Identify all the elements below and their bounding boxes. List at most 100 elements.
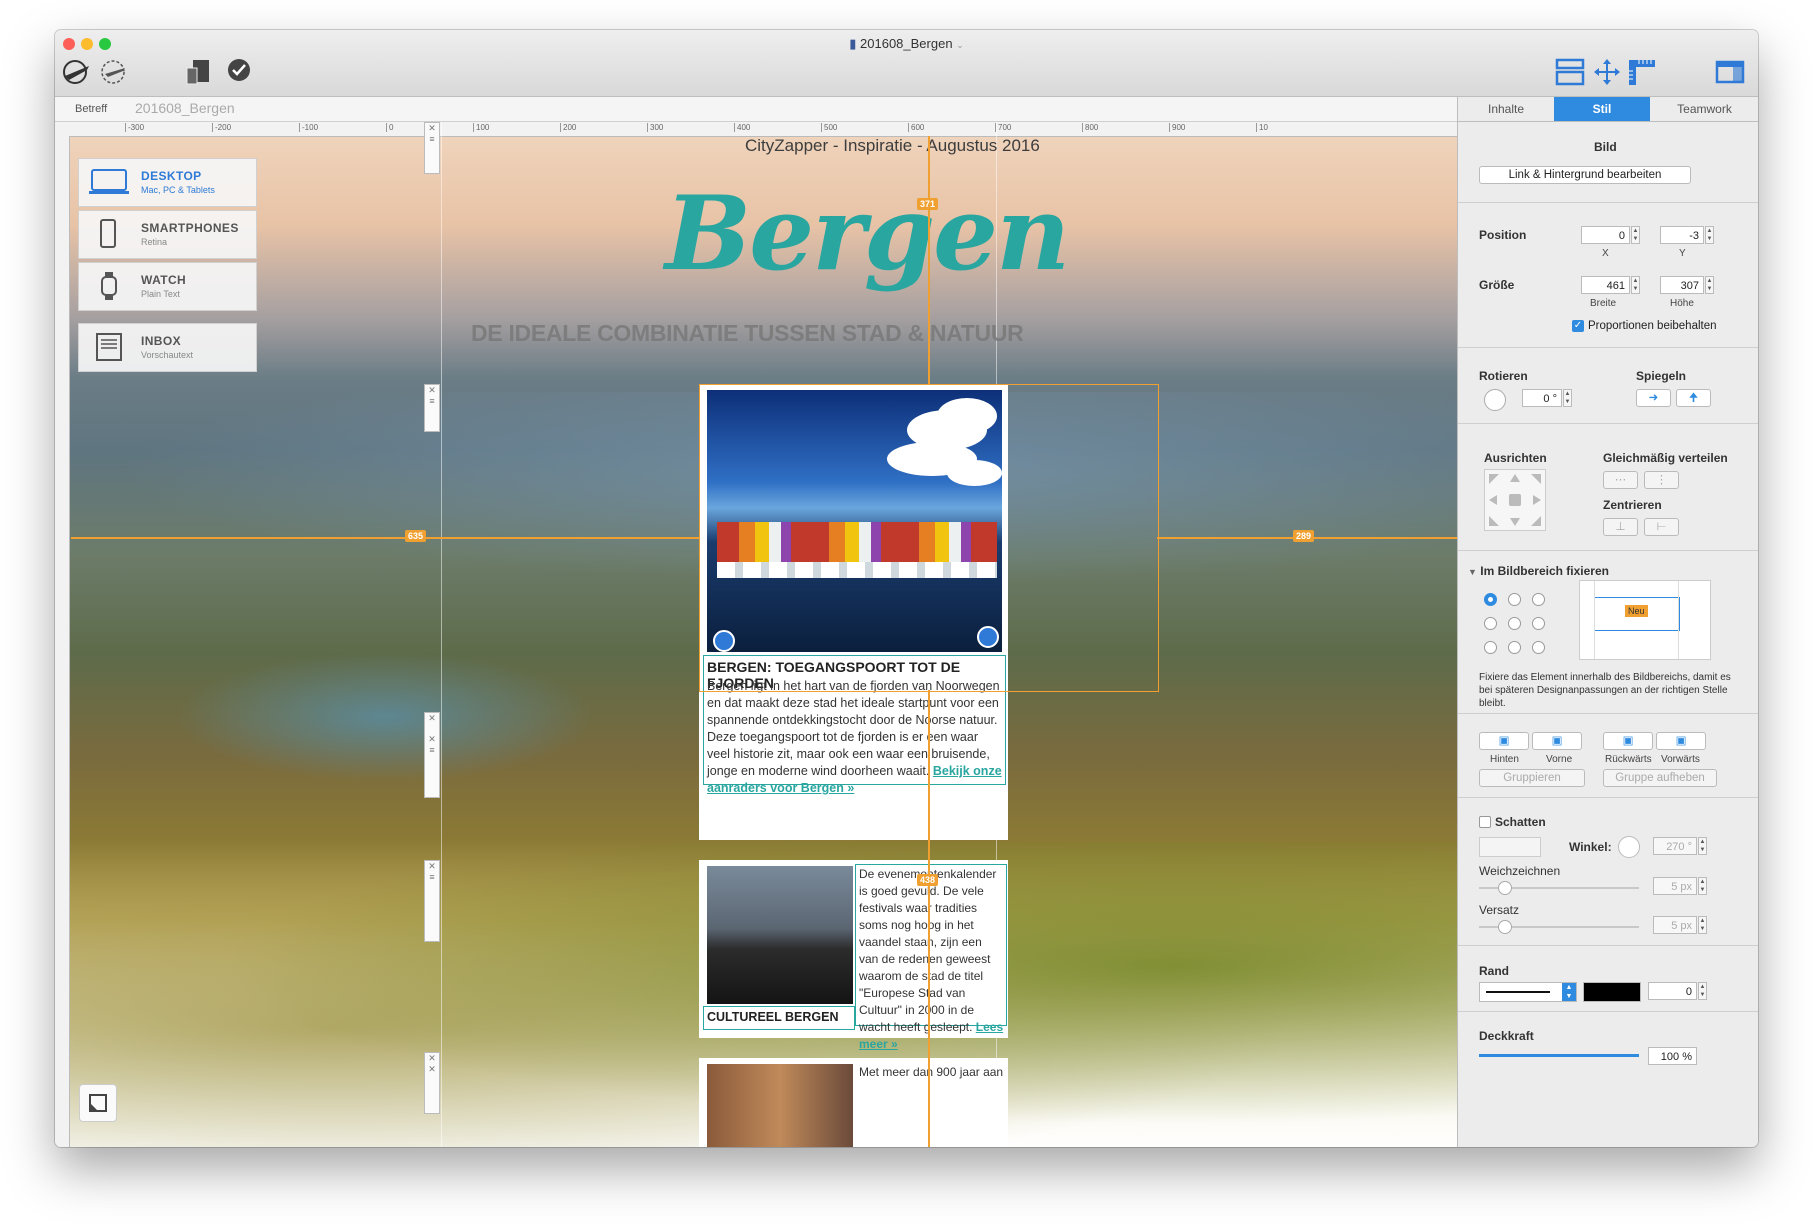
position-x-field[interactable]: 0	[1581, 226, 1630, 244]
ruler-icon[interactable]	[1627, 58, 1657, 91]
height-stepper[interactable]: ▲ ▼	[1705, 276, 1714, 294]
newsletter-subtitle[interactable]: DE IDEALE COMBINATIE TUSSEN STAD & NATUU…	[471, 320, 1024, 347]
inbox-icon	[96, 333, 122, 361]
ruler-tick-label: -300	[125, 123, 144, 132]
keep-proportions-checkbox[interactable]: ✓	[1572, 320, 1584, 332]
angle-dial[interactable]	[1618, 836, 1640, 858]
send-to-back-button[interactable]: ▣	[1479, 732, 1529, 750]
opacity-slider[interactable]	[1479, 1054, 1639, 1057]
border-width-stepper[interactable]: ▲ ▼	[1698, 982, 1707, 1000]
shadow-checkbox[interactable]	[1479, 816, 1491, 828]
rotate-dial[interactable]	[1484, 389, 1506, 411]
section-image-label: Bild	[1594, 140, 1617, 154]
position-y-field[interactable]: -3	[1660, 226, 1704, 244]
offset-stepper[interactable]: ▲ ▼	[1698, 916, 1707, 934]
mirror-horizontal-button[interactable]: ➜	[1636, 389, 1671, 407]
opacity-field[interactable]: 100 %	[1648, 1047, 1697, 1065]
bring-forward-button[interactable]: ▣	[1656, 732, 1706, 750]
angle-stepper[interactable]: ▲ ▼	[1698, 837, 1707, 855]
airplane-icon[interactable]	[99, 58, 131, 91]
offset-field[interactable]: 5 px	[1653, 916, 1697, 934]
layout-icon[interactable]	[1555, 58, 1585, 91]
distribute-horizontal-button[interactable]: ⋯	[1603, 471, 1638, 489]
width-field[interactable]: 461	[1581, 276, 1630, 294]
angle-field[interactable]: 270 °	[1653, 837, 1697, 855]
newsletter-tagline[interactable]: CityZapper - Inspiratie - Augustus 2016	[745, 136, 1040, 156]
section-handle[interactable]: ✕ ≡	[424, 384, 440, 432]
checkmark-icon[interactable]	[227, 58, 251, 87]
blur-slider-knob[interactable]	[1498, 881, 1512, 895]
canvas-corner-button[interactable]	[79, 1084, 117, 1122]
shadow-label[interactable]: Schatten	[1495, 815, 1546, 829]
mirror-vertical-button[interactable]: 🠉	[1676, 389, 1711, 407]
height-field[interactable]: 307	[1660, 276, 1704, 294]
center-horizontal-button[interactable]: ⊢	[1644, 518, 1679, 536]
inspector-tabs: Inhalte Stil Teamwork	[1458, 97, 1758, 122]
blur-stepper[interactable]: ▲ ▼	[1698, 877, 1707, 895]
pin-label[interactable]: ▼ Im Bildbereich fixieren	[1468, 564, 1609, 578]
disclosure-triangle-icon[interactable]: ▼	[1468, 567, 1477, 577]
device-inbox[interactable]: INBOX Vorschautext	[78, 323, 257, 372]
border-width-field[interactable]: 0	[1648, 982, 1697, 1000]
section-handle[interactable]: ✕ ✕	[424, 1052, 440, 1114]
pin-middle-left-radio[interactable]	[1484, 617, 1497, 630]
pin-middle-right-radio[interactable]	[1532, 617, 1545, 630]
section-handle[interactable]: ✕ ✕ ≡	[424, 712, 440, 798]
article-body[interactable]: Met meer dan 900 jaar aan	[859, 1064, 1004, 1081]
article-photo[interactable]	[707, 1064, 853, 1147]
section-handle[interactable]: ✕ ≡	[424, 860, 440, 942]
center-vertical-button[interactable]: ⊥	[1603, 518, 1638, 536]
position-x-stepper[interactable]: ▲ ▼	[1631, 226, 1640, 244]
tab-teamwork[interactable]: Teamwork	[1650, 97, 1758, 121]
offset-label: Versatz	[1479, 903, 1520, 917]
group-button[interactable]: Gruppieren	[1479, 769, 1585, 787]
rotate-stepper[interactable]: ▲ ▼	[1563, 389, 1572, 407]
article-body[interactable]: Bergen ligt in het hart van de fjorden v…	[707, 678, 1002, 797]
tab-inhalte[interactable]: Inhalte	[1458, 97, 1554, 121]
select-arrows-icon: ▲ ▼	[1562, 983, 1576, 1001]
device-smartphones[interactable]: SMARTPHONES Retina	[78, 210, 257, 259]
newsletter-title[interactable]: Bergen	[665, 174, 1070, 294]
article-card[interactable]: CULTUREEL BERGEN De evenementenkalender …	[699, 860, 1008, 1051]
send-backward-button[interactable]: ▣	[1603, 732, 1653, 750]
shadow-color-well[interactable]	[1479, 837, 1541, 857]
width-stepper[interactable]: ▲ ▼	[1631, 276, 1640, 294]
keep-proportions-label[interactable]: Proportionen beibehalten	[1588, 320, 1717, 332]
pin-top-left-radio[interactable]	[1484, 593, 1497, 606]
blur-field[interactable]: 5 px	[1653, 877, 1697, 895]
devices-icon[interactable]	[183, 58, 215, 91]
article-body[interactable]: De evenementenkalender is goed gevuld. D…	[859, 866, 1004, 1053]
link-background-button[interactable]: Link & Hintergrund bearbeiten	[1479, 166, 1691, 184]
pin-center-radio[interactable]	[1508, 617, 1521, 630]
pin-top-center-radio[interactable]	[1508, 593, 1521, 606]
border-style-select[interactable]: ▲ ▼	[1479, 982, 1577, 1002]
border-color-well[interactable]	[1583, 982, 1641, 1002]
position-y-stepper[interactable]: ▲ ▼	[1705, 226, 1714, 244]
article-card[interactable]: Met meer dan 900 jaar aan	[699, 1058, 1008, 1147]
pin-radio-grid[interactable]	[1484, 593, 1550, 659]
align-grid[interactable]	[1484, 469, 1546, 531]
rotate-field[interactable]: 0 °	[1522, 389, 1562, 407]
design-canvas[interactable]: -300 -200 -100 0 100 200 300 400 500 600 700 800 900…	[55, 122, 1457, 1147]
tab-stil[interactable]: Stil	[1554, 97, 1650, 121]
selection-frame[interactable]	[699, 384, 1159, 692]
sidebar-icon[interactable]	[1715, 58, 1745, 91]
pin-bottom-left-radio[interactable]	[1484, 641, 1497, 654]
send-backward-label: Rückwärts	[1605, 754, 1652, 765]
ungroup-button[interactable]: Gruppe aufheben	[1603, 769, 1717, 787]
section-handle[interactable]: ✕ ≡	[424, 122, 440, 174]
device-desktop[interactable]: DESKTOP Mac, PC & Tablets	[78, 158, 257, 207]
offset-slider-knob[interactable]	[1498, 920, 1512, 934]
pin-bottom-right-radio[interactable]	[1532, 641, 1545, 654]
bring-to-front-label: Vorne	[1546, 754, 1573, 765]
bring-to-front-button[interactable]: ▣	[1532, 732, 1582, 750]
article-title[interactable]: CULTUREEL BERGEN	[707, 1010, 839, 1024]
subject-field[interactable]: 201608_Bergen	[135, 100, 235, 116]
distribute-vertical-button[interactable]: ⋮	[1644, 471, 1679, 489]
airplane-departure-icon[interactable]	[61, 58, 93, 91]
pin-top-right-radio[interactable]	[1532, 593, 1545, 606]
concert-photo[interactable]	[707, 866, 853, 1004]
pin-bottom-center-radio[interactable]	[1508, 641, 1521, 654]
move-arrows-icon[interactable]	[1592, 58, 1622, 91]
device-watch[interactable]: WATCH Plain Text	[78, 262, 257, 311]
